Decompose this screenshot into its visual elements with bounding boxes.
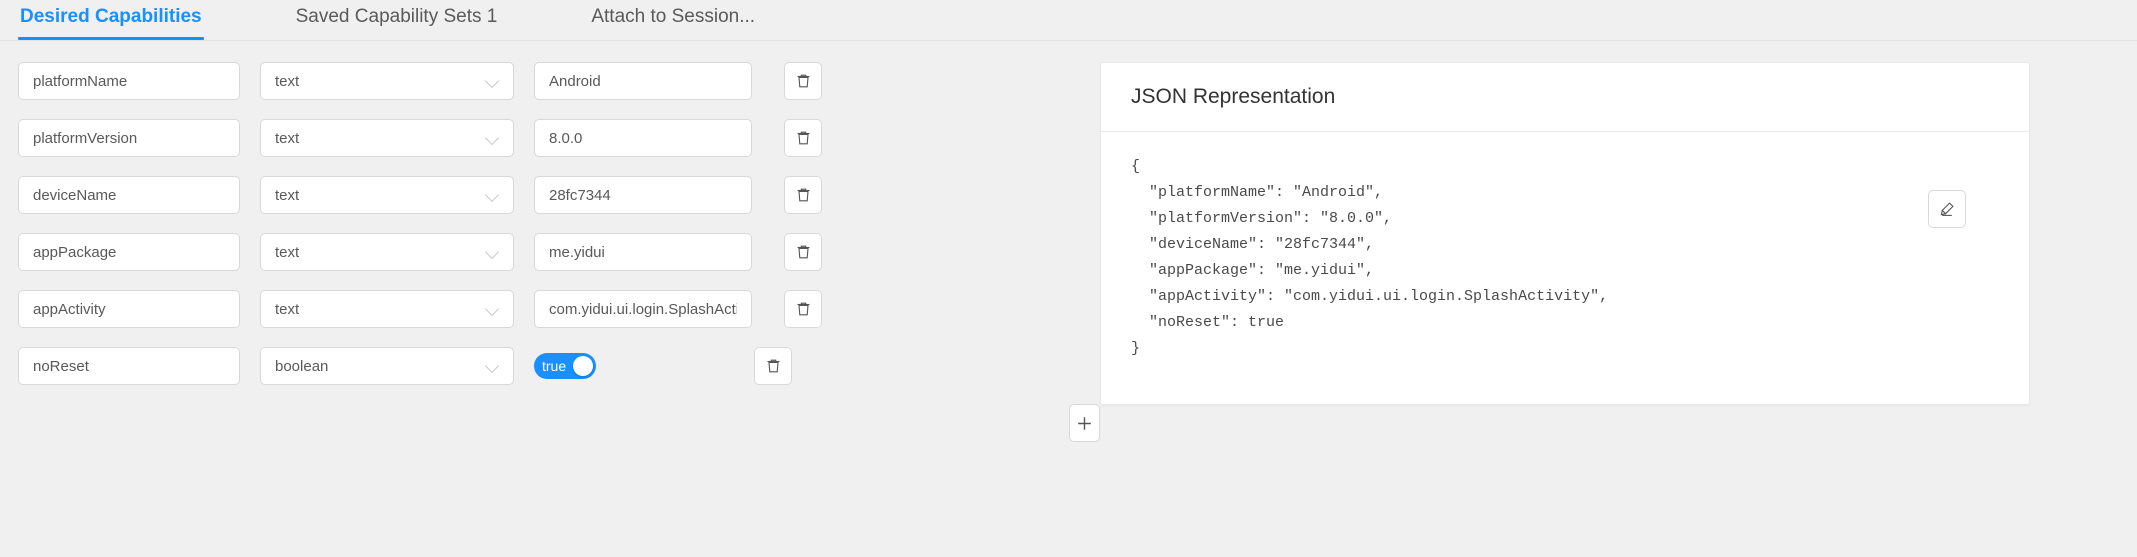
row-actions	[784, 119, 822, 157]
capability-row: text	[18, 119, 1100, 157]
tab-attach-to-session[interactable]: Attach to Session...	[589, 0, 757, 40]
capability-row: text	[18, 290, 1100, 328]
capability-type-select[interactable]: boolean	[260, 347, 514, 385]
capability-type-select[interactable]: text	[260, 62, 514, 100]
chevron-down-icon	[486, 246, 499, 259]
capability-type-select[interactable]: text	[260, 176, 514, 214]
delete-capability-button[interactable]	[784, 176, 822, 214]
trash-icon	[797, 245, 809, 259]
chevron-down-icon	[486, 75, 499, 88]
capability-row: text	[18, 233, 1100, 271]
capability-type-value: text	[275, 72, 300, 90]
json-panel-title: JSON Representation	[1131, 85, 1336, 108]
trash-icon	[797, 74, 809, 88]
capability-row: boolean true	[18, 347, 1100, 385]
content-area: text text	[0, 41, 2137, 557]
json-representation-panel: JSON Representation { "platformName": "A…	[1100, 62, 2137, 405]
capability-type-value: text	[275, 300, 300, 318]
capability-value-input[interactable]	[534, 290, 752, 328]
pencil-icon	[1940, 202, 1954, 216]
capability-value-input[interactable]	[534, 176, 752, 214]
row-actions	[754, 347, 792, 385]
capability-row: text	[18, 62, 1100, 100]
capability-name-input[interactable]	[18, 176, 240, 214]
chevron-down-icon	[486, 189, 499, 202]
delete-capability-button[interactable]	[784, 119, 822, 157]
tab-label: Saved Capability Sets 1	[295, 6, 498, 27]
plus-icon	[1078, 416, 1091, 430]
capability-name-input[interactable]	[18, 290, 240, 328]
capability-value-input[interactable]	[534, 233, 752, 271]
capability-name-input[interactable]	[18, 62, 240, 100]
tab-label: Desired Capabilities	[20, 6, 202, 27]
json-card: JSON Representation { "platformName": "A…	[1100, 62, 2030, 405]
chevron-down-icon	[486, 132, 499, 145]
capability-type-value: text	[275, 186, 300, 204]
trash-icon	[797, 131, 809, 145]
capability-name-input[interactable]	[18, 119, 240, 157]
delete-capability-button[interactable]	[784, 62, 822, 100]
tab-saved-capability-sets[interactable]: Saved Capability Sets 1	[294, 0, 500, 40]
capability-value-input[interactable]	[534, 62, 752, 100]
json-card-header: JSON Representation	[1101, 63, 2029, 132]
row-actions	[784, 233, 822, 271]
json-card-body: { "platformName": "Android", "platformVe…	[1101, 132, 2029, 404]
add-capability-button[interactable]	[1069, 404, 1100, 442]
trash-icon	[767, 359, 779, 373]
capability-type-value: boolean	[275, 357, 329, 375]
capability-type-value: text	[275, 129, 300, 147]
toggle-label: true	[542, 358, 567, 374]
tab-label: Attach to Session...	[591, 6, 756, 27]
capability-row: text	[18, 176, 1100, 214]
capability-value-input[interactable]	[534, 119, 752, 157]
delete-capability-button[interactable]	[784, 290, 822, 328]
tab-desired-capabilities[interactable]: Desired Capabilities	[18, 0, 204, 40]
json-code-block: { "platformName": "Android", "platformVe…	[1131, 158, 1609, 357]
delete-capability-button[interactable]	[784, 233, 822, 271]
add-capability-row	[1069, 404, 1100, 442]
tab-bar: Desired Capabilities Saved Capability Se…	[0, 0, 2137, 41]
capability-name-input[interactable]	[18, 347, 240, 385]
chevron-down-icon	[486, 303, 499, 316]
toggle-knob	[573, 356, 593, 376]
trash-icon	[797, 188, 809, 202]
capability-name-input[interactable]	[18, 233, 240, 271]
edit-json-button[interactable]	[1928, 190, 1966, 228]
capability-type-select[interactable]: text	[260, 119, 514, 157]
chevron-down-icon	[486, 360, 499, 373]
delete-capability-button[interactable]	[754, 347, 792, 385]
row-actions	[784, 62, 822, 100]
capability-type-select[interactable]: text	[260, 233, 514, 271]
trash-icon	[797, 302, 809, 316]
row-actions	[784, 290, 822, 328]
capability-boolean-toggle[interactable]: true	[534, 353, 596, 379]
capability-type-value: text	[275, 243, 300, 261]
capability-type-select[interactable]: text	[260, 290, 514, 328]
capabilities-panel: text text	[0, 62, 1100, 442]
row-actions	[784, 176, 822, 214]
